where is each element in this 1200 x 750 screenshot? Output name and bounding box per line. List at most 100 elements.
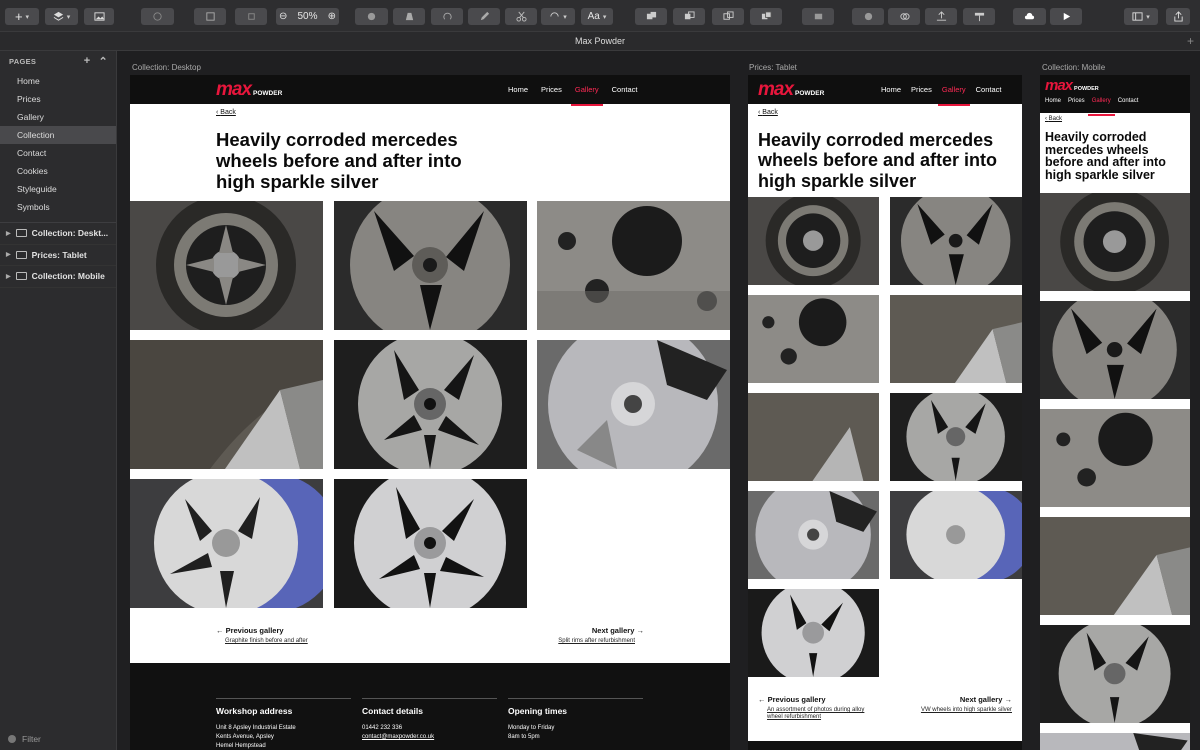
page-item-cookies[interactable]: Cookies [0,162,116,180]
artboard-mobile[interactable]: max POWDER Home Prices Gallery Contact ‹ … [1040,75,1190,750]
gallery-photo[interactable] [748,295,879,383]
zoom-control[interactable]: ⊖ 50% ⊕ [276,8,339,25]
gallery-photo[interactable] [130,479,323,608]
nav-home[interactable]: Home [508,85,528,94]
gallery-photo[interactable] [537,340,730,469]
artboard-label-tablet[interactable]: Prices: Tablet [749,63,797,72]
nav-contact[interactable]: Contact [1118,98,1139,104]
back-link[interactable]: ‹ Back [1045,116,1062,122]
nav-home[interactable]: Home [881,85,901,94]
nav-home[interactable]: Home [1045,98,1061,104]
gallery-photo[interactable] [748,393,879,481]
page-item-gallery[interactable]: Gallery [0,108,116,126]
gallery-photo[interactable] [890,393,1022,481]
gallery-photo[interactable] [748,491,879,579]
nav-gallery[interactable]: Gallery [1087,98,1115,116]
nav-gallery[interactable]: Gallery [937,85,970,106]
union-button[interactable] [635,8,667,25]
site-logo[interactable]: max POWDER [216,79,282,101]
disclosure-icon[interactable]: ▶ [6,230,11,237]
nav-contact[interactable]: Contact [612,85,638,94]
back-link[interactable]: ‹ Back [758,109,778,116]
gallery-photo[interactable] [748,197,879,285]
gallery-photo[interactable] [1040,409,1190,507]
cloud-button[interactable] [1013,8,1046,25]
back-link[interactable]: ‹ Back [216,109,236,116]
export-layer-button[interactable] [925,8,957,25]
page-item-contact[interactable]: Contact [0,144,116,162]
nav-prices[interactable]: Prices [1068,98,1085,104]
gallery-photo[interactable] [130,340,323,469]
scissors-button[interactable] [505,8,537,25]
text-style-button[interactable]: Aa ▾ [581,8,613,25]
gallery-photo[interactable] [1040,301,1190,399]
filter-field[interactable]: Filter [8,734,41,744]
gallery-photo[interactable] [1040,625,1190,723]
rotate-copies-button[interactable] [431,8,463,25]
disclosure-icon[interactable]: ▶ [6,251,11,258]
gallery-photo[interactable] [890,197,1022,285]
transform-button[interactable] [393,8,425,25]
gallery-photo[interactable] [890,491,1022,579]
previous-gallery[interactable]: ← Previous gallery An assortment of photo… [758,695,864,720]
slice-button[interactable] [963,8,995,25]
gallery-photo[interactable] [334,340,527,469]
layers-button[interactable]: ▾ [45,8,78,25]
edit-button[interactable] [468,8,500,25]
layer-prices-tablet[interactable]: ▶ Prices: Tablet [0,245,116,266]
next-gallery[interactable]: Next gallery → VW wheels into high sparkl… [921,695,1012,713]
mask-button[interactable] [355,8,388,25]
add-tab-icon[interactable]: + [1187,34,1194,48]
flatten-button[interactable] [235,8,267,25]
artboard-label-mobile[interactable]: Collection: Mobile [1042,63,1105,72]
page-item-symbols[interactable]: Symbols [0,198,116,216]
nav-prices[interactable]: Prices [911,85,932,94]
gallery-photo[interactable] [890,295,1022,383]
next-gallery-link[interactable]: Split rims after refurbishment [558,638,635,644]
intersect-button[interactable] [712,8,744,25]
artboard-desktop[interactable]: max POWDER Home Prices Gallery Contact ‹ … [130,75,730,750]
gallery-photo[interactable] [1040,517,1190,615]
gallery-photo[interactable] [1040,733,1190,750]
page-item-collection[interactable]: Collection [0,126,116,144]
add-page-icon[interactable]: + [84,55,91,68]
artboard-tablet[interactable]: max POWDER Home Prices Gallery Contact ‹ … [748,75,1022,750]
gallery-photo[interactable] [537,201,730,330]
gallery-photo[interactable] [130,201,323,330]
nav-contact[interactable]: Contact [976,85,1002,94]
nav-gallery[interactable]: Gallery [570,85,603,106]
image-button[interactable] [84,8,114,25]
zoom-in-icon[interactable]: ⊕ [328,11,336,22]
canvas[interactable]: Collection: Desktop Prices: Tablet Colle… [118,51,1200,750]
rotate-button[interactable] [141,8,174,25]
backward-button[interactable] [852,8,884,25]
gallery-photo[interactable] [748,589,879,677]
layer-collection-desktop[interactable]: ▶ Collection: Deskt... [0,223,116,245]
forward-button[interactable] [802,8,834,25]
footer-email-link[interactable]: contact@maxpowder.co.uk [362,733,497,742]
next-gallery[interactable]: Next gallery → Split rims after refurbish… [558,626,644,644]
difference-button[interactable] [750,8,782,25]
previous-gallery-link[interactable]: Graphite finish before and after [225,638,308,644]
subtract-button[interactable] [673,8,705,25]
zoom-out-icon[interactable]: ⊖ [279,11,287,22]
page-item-styleguide[interactable]: Styleguide [0,180,116,198]
view-button[interactable]: ▾ [1124,8,1158,25]
collapse-icon[interactable]: ⌃ [98,55,108,68]
site-logo[interactable]: max POWDER [1045,77,1099,94]
boolean-button[interactable]: ▾ [541,8,575,25]
scale-button[interactable] [194,8,226,25]
link-button[interactable] [888,8,920,25]
next-gallery-link[interactable]: VW wheels into high sparkle silver [921,707,1012,713]
share-button[interactable] [1166,8,1190,25]
gallery-photo[interactable] [1040,193,1190,291]
disclosure-icon[interactable]: ▶ [6,273,11,280]
nav-prices[interactable]: Prices [541,85,562,94]
site-logo[interactable]: max POWDER [758,79,824,101]
previous-gallery-link[interactable]: wheel refurbishment [767,714,864,720]
gallery-photo[interactable] [334,201,527,330]
previous-gallery[interactable]: ← Previous gallery Graphite finish before… [216,626,308,644]
preview-button[interactable] [1050,8,1082,25]
previous-gallery-link[interactable]: An assortment of photos during alloy [767,707,864,713]
gallery-photo[interactable] [334,479,527,608]
